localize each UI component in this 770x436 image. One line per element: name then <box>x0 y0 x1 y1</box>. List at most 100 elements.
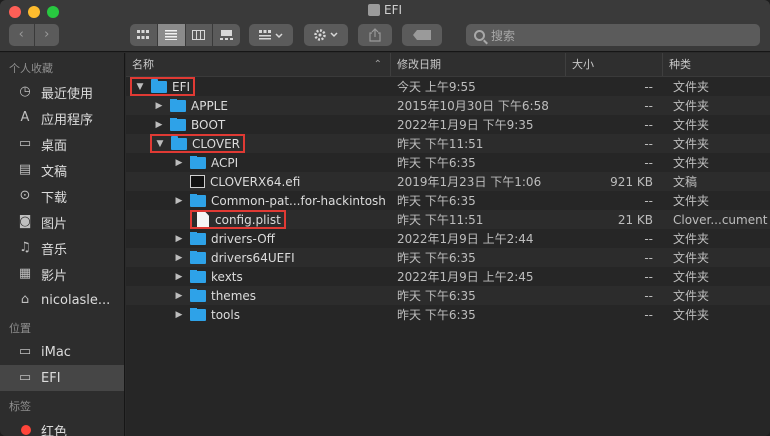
file-row[interactable]: ▼ CLOVER 昨天 下午11:51 -- 文件夹 <box>126 134 770 153</box>
disclosure-expanded-icon[interactable]: ▼ <box>135 82 145 92</box>
highlight-box: config.plist <box>190 210 286 229</box>
disclosure-collapsed-icon[interactable]: ▶ <box>174 234 184 244</box>
column-header: 名称 ⌃ 修改日期 大小 种类 <box>126 53 770 77</box>
disclosure-expanded-icon[interactable]: ▼ <box>155 139 165 149</box>
file-row[interactable]: ▶ tools 昨天 下午6:35 -- 文件夹 <box>126 305 770 324</box>
sidebar-item[interactable]: ⌂ nicolasle... <box>0 287 124 313</box>
file-kind-cell: 文件夹 <box>673 118 710 132</box>
file-name: EFI <box>172 79 191 94</box>
column-size-header[interactable]: 大小 <box>566 53 663 76</box>
sidebar-item-label: iMac <box>41 344 71 360</box>
sidebar-item[interactable]: ⊙ 下载 <box>0 183 124 209</box>
folder-icon <box>170 98 186 112</box>
folder-icon <box>190 288 206 302</box>
file-date-cell: 昨天 下午6:35 <box>397 308 476 322</box>
file-row[interactable]: CLOVERX64.efi 2019年1月23日 下午1:06 921 KB 文稿 <box>126 172 770 191</box>
file-date-cell: 2022年1月9日 上午2:44 <box>397 232 534 246</box>
file-kind-cell: 文件夹 <box>673 194 710 208</box>
file-date-cell: 昨天 下午6:35 <box>397 156 476 170</box>
disclosure-collapsed-icon[interactable]: ▶ <box>174 196 184 206</box>
disk-icon: ▭ <box>18 344 32 359</box>
back-button[interactable]: ‹ <box>9 24 34 46</box>
file-row[interactable]: ▶ BOOT 2022年1月9日 下午9:35 -- 文件夹 <box>126 115 770 134</box>
folder-icon <box>190 307 206 321</box>
desktop-icon: ▭ <box>18 136 32 151</box>
file-row[interactable]: ▶ kexts 2022年1月9日 上午2:45 -- 文件夹 <box>126 267 770 286</box>
file-row[interactable]: ▶ themes 昨天 下午6:35 -- 文件夹 <box>126 286 770 305</box>
tag-color-dot <box>21 425 31 435</box>
file-name: APPLE <box>191 98 228 113</box>
tag-button[interactable] <box>402 24 442 46</box>
disclosure-collapsed-icon[interactable]: ▶ <box>154 120 164 130</box>
file-size-cell: -- <box>644 193 653 208</box>
disclosure-collapsed-icon[interactable]: ▶ <box>174 310 184 320</box>
sidebar-item[interactable]: ▭ EFI <box>0 365 124 391</box>
sidebar-tag-item[interactable]: 红色 <box>0 417 124 436</box>
file-name: CLOVERX64.efi <box>210 174 301 189</box>
gallery-view-button[interactable] <box>212 24 240 46</box>
action-menu-button[interactable] <box>304 24 348 46</box>
icon-view-button[interactable] <box>130 24 157 46</box>
column-view-button[interactable] <box>184 24 213 46</box>
sidebar-item[interactable]: ◷ 最近使用 <box>0 79 124 105</box>
columns-icon <box>192 30 206 40</box>
file-name-cell: ▶ APPLE <box>126 98 391 113</box>
file-name: config.plist <box>215 212 281 227</box>
search-placeholder: 搜索 <box>491 28 516 43</box>
list-view-button[interactable] <box>156 24 185 46</box>
sidebar-locations-header: 位置 <box>9 322 31 335</box>
highlight-box: ▼ EFI <box>130 77 196 96</box>
file-kind-cell: 文件夹 <box>673 289 710 303</box>
file-date-cell: 昨天 下午6:35 <box>397 251 476 265</box>
file-kind-cell: 文件夹 <box>673 80 710 94</box>
file-name: Common-pat...for-hackintosh <box>211 193 386 208</box>
file-row[interactable]: ▶ Common-pat...for-hackintosh 昨天 下午6:35 -- 文… <box>126 191 770 210</box>
movies-icon: ▦ <box>18 266 32 281</box>
column-kind-header[interactable]: 种类 <box>663 53 770 76</box>
disclosure-collapsed-icon[interactable]: ▶ <box>154 101 164 111</box>
pictures-icon: ◙ <box>18 214 32 229</box>
disclosure-collapsed-icon[interactable]: ▶ <box>174 291 184 301</box>
file-row[interactable]: ▶ APPLE 2015年10月30日 下午6:58 -- 文件夹 <box>126 96 770 115</box>
sidebar-item[interactable]: ▭ 桌面 <box>0 131 124 157</box>
disclosure-collapsed-icon[interactable]: ▶ <box>174 272 184 282</box>
group-by-button[interactable] <box>249 24 293 46</box>
executable-icon <box>190 175 205 188</box>
sidebar-tag-label: 红色 <box>41 424 68 436</box>
search-field[interactable]: 搜索 <box>466 24 760 46</box>
music-icon: ♫ <box>19 240 31 255</box>
sidebar-item[interactable]: ◙ 图片 <box>0 209 124 235</box>
folder-icon <box>190 193 206 207</box>
file-name-cell: ▶ drivers64UEFI <box>126 250 391 265</box>
file-name: drivers64UEFI <box>211 250 295 265</box>
file-name-cell: CLOVERX64.efi <box>126 175 391 189</box>
sidebar-item[interactable]: A 应用程序 <box>0 105 124 131</box>
file-row[interactable]: ▼ EFI 今天 上午9:55 -- 文件夹 <box>126 77 770 96</box>
file-kind-cell: 文件夹 <box>673 270 710 284</box>
file-size-cell: -- <box>644 250 653 265</box>
disclosure-collapsed-icon[interactable]: ▶ <box>174 253 184 263</box>
file-row[interactable]: ▶ drivers64UEFI 昨天 下午6:35 -- 文件夹 <box>126 248 770 267</box>
gallery-icon <box>220 30 234 40</box>
disclosure-collapsed-icon[interactable]: ▶ <box>174 158 184 168</box>
sidebar-item[interactable]: ▦ 影片 <box>0 261 124 287</box>
file-size-cell: 921 KB <box>610 174 653 189</box>
search-icon <box>474 29 485 41</box>
file-row[interactable]: config.plist 昨天 下午11:51 21 KB Clover...cume… <box>126 210 770 229</box>
sidebar-item[interactable]: ▤ 文稿 <box>0 157 124 183</box>
file-row[interactable]: ▶ drivers-Off 2022年1月9日 上午2:44 -- 文件夹 <box>126 229 770 248</box>
sidebar-item[interactable]: ▭ iMac <box>0 339 124 365</box>
grid-icon <box>137 30 150 39</box>
file-kind-cell: 文件夹 <box>673 251 710 265</box>
file-size-cell: -- <box>644 79 653 94</box>
share-icon <box>369 28 381 42</box>
column-name-header[interactable]: 名称 ⌃ <box>126 53 391 76</box>
forward-button[interactable]: › <box>33 24 60 46</box>
file-size-cell: -- <box>644 231 653 246</box>
column-date-header[interactable]: 修改日期 <box>391 53 566 76</box>
window-title: EFI <box>0 3 770 17</box>
share-button[interactable] <box>358 24 392 46</box>
file-row[interactable]: ▶ ACPI 昨天 下午6:35 -- 文件夹 <box>126 153 770 172</box>
file-date-cell: 昨天 下午6:35 <box>397 194 476 208</box>
sidebar-item[interactable]: ♫ 音乐 <box>0 235 124 261</box>
